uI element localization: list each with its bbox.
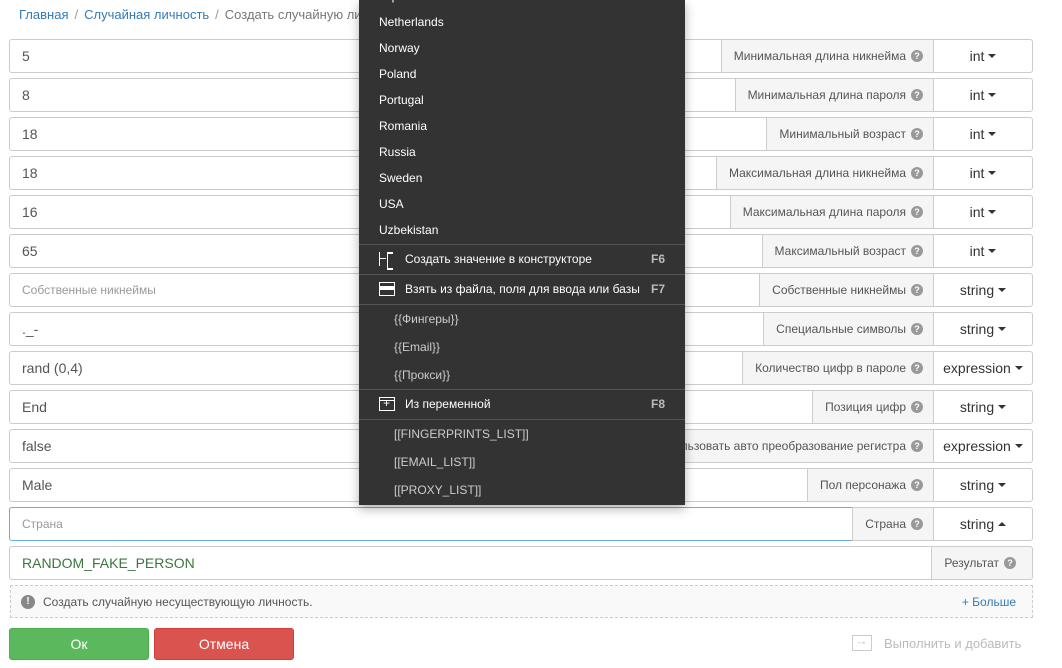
help-icon[interactable]: ?	[911, 206, 923, 218]
help-icon[interactable]: ?	[911, 128, 923, 140]
help-icon[interactable]: ?	[911, 89, 923, 101]
cancel-button[interactable]: Отмена	[154, 628, 294, 660]
caret-down-icon	[1014, 366, 1023, 370]
caret-down-icon	[988, 54, 997, 58]
type-select[interactable]: int	[934, 117, 1033, 151]
run-add-icon	[852, 633, 872, 651]
ok-button[interactable]: Ок	[9, 628, 149, 660]
info-icon: !	[21, 594, 35, 609]
param-label: Максимальная длина пароля?	[729, 195, 934, 229]
resource-option[interactable]: {{Прокси}}	[394, 368, 450, 382]
help-icon[interactable]: ?	[911, 284, 923, 296]
type-select[interactable]: int	[934, 78, 1033, 112]
caret-down-icon	[988, 210, 997, 214]
caret-down-icon	[998, 405, 1007, 409]
help-icon[interactable]: ?	[911, 167, 923, 179]
country-option[interactable]: Japan	[379, 0, 412, 3]
help-icon[interactable]: ?	[911, 362, 923, 374]
country-option[interactable]: Poland	[379, 67, 416, 81]
more-link[interactable]: + Больше	[962, 595, 1016, 609]
country-option[interactable]: Norway	[379, 41, 420, 55]
type-select[interactable]: int	[934, 156, 1033, 190]
country-option[interactable]: Uzbekistan	[379, 223, 438, 237]
variable-option[interactable]: [[EMAIL_LIST]]	[394, 455, 475, 469]
info-bar: ! Создать случайную несуществующую лично…	[10, 585, 1033, 618]
breadcrumb: Главная / Случайная личность / Создать случа…	[19, 7, 390, 22]
menu-from-variable[interactable]: Из переменной F8	[359, 390, 685, 418]
resource-option[interactable]: {{Email}}	[394, 340, 440, 354]
param-label: Пол персонажа?	[806, 468, 934, 502]
caret-down-icon	[1014, 444, 1023, 448]
help-icon[interactable]: ?	[911, 518, 923, 530]
param-label: Страна?	[852, 507, 934, 541]
menu-from-file[interactable]: Взять из файла, поля для ввода или базы …	[359, 275, 685, 303]
type-select[interactable]: int	[934, 234, 1033, 268]
resource-option[interactable]: {{Фингеры}}	[394, 312, 459, 326]
help-icon[interactable]: ?	[911, 245, 923, 257]
help-icon[interactable]: ?	[1004, 557, 1016, 569]
tree-icon	[379, 252, 395, 270]
param-input[interactable]: Страна	[9, 507, 853, 541]
caret-down-icon	[988, 249, 997, 253]
run-and-add-button[interactable]: Выполнить и добавить	[852, 633, 1022, 651]
help-icon[interactable]: ?	[911, 323, 923, 335]
country-option[interactable]: Romania	[379, 119, 427, 133]
result-input[interactable]: RANDOM_FAKE_PERSON	[9, 546, 932, 580]
help-icon[interactable]: ?	[911, 479, 923, 491]
country-option[interactable]: Portugal	[379, 93, 424, 107]
country-option[interactable]: USA	[379, 197, 404, 211]
type-select[interactable]: string	[934, 468, 1033, 502]
run-add-label: Выполнить и добавить	[884, 635, 1022, 651]
info-text: Создать случайную несуществующую личност…	[43, 594, 313, 609]
country-option[interactable]: Sweden	[379, 171, 422, 185]
param-label: Количество цифр в пароле?	[742, 351, 934, 385]
help-icon[interactable]: ?	[911, 50, 923, 62]
type-select[interactable]: string	[934, 507, 1033, 541]
breadcrumb-home[interactable]: Главная	[19, 7, 68, 22]
type-select[interactable]: int	[934, 195, 1033, 229]
type-select[interactable]: expression	[934, 351, 1033, 385]
country-dropdown-menu: Japan Netherlands Norway Poland Portugal Roma…	[359, 0, 685, 505]
caret-down-icon	[998, 288, 1007, 292]
country-option[interactable]: Netherlands	[379, 15, 444, 29]
param-label: Минимальная длина пароля?	[734, 78, 934, 112]
param-label: Позиция цифр?	[812, 390, 934, 424]
param-label: Собственные никнеймы?	[759, 273, 934, 307]
variable-icon	[379, 396, 395, 411]
param-label: Специальные символы?	[763, 312, 934, 346]
menu-constructor[interactable]: Создать значение в конструкторе F6	[359, 245, 685, 273]
help-icon[interactable]: ?	[911, 440, 923, 452]
breadcrumb-section[interactable]: Случайная личность	[84, 7, 209, 22]
variable-option[interactable]: [[PROXY_LIST]]	[394, 483, 481, 497]
help-icon[interactable]: ?	[911, 401, 923, 413]
param-label: льзовать авто преобразование регистра?	[667, 429, 934, 463]
caret-up-icon	[998, 522, 1007, 526]
caret-down-icon	[988, 93, 997, 97]
param-row: Страна Страна? string	[9, 507, 1033, 541]
param-label: Максимальный возраст?	[761, 234, 934, 268]
type-select[interactable]: string	[934, 390, 1033, 424]
type-select[interactable]: int	[934, 39, 1033, 73]
type-select[interactable]: expression	[934, 429, 1033, 463]
param-label: Минимальный возраст?	[766, 117, 934, 151]
param-label: Максимальная длина никнейма?	[715, 156, 934, 190]
caret-down-icon	[988, 171, 997, 175]
caret-down-icon	[998, 483, 1007, 487]
result-label: Результат?	[931, 546, 1033, 580]
country-option[interactable]: Russia	[379, 145, 416, 159]
result-row: RANDOM_FAKE_PERSON Результат?	[9, 546, 1033, 580]
caret-down-icon	[998, 327, 1007, 331]
type-select[interactable]: string	[934, 312, 1033, 346]
file-icon	[379, 282, 395, 296]
type-select[interactable]: string	[934, 273, 1033, 307]
caret-down-icon	[988, 132, 997, 136]
variable-option[interactable]: [[FINGERPRINTS_LIST]]	[394, 427, 529, 441]
param-label: Минимальная длина никнейма?	[720, 39, 934, 73]
